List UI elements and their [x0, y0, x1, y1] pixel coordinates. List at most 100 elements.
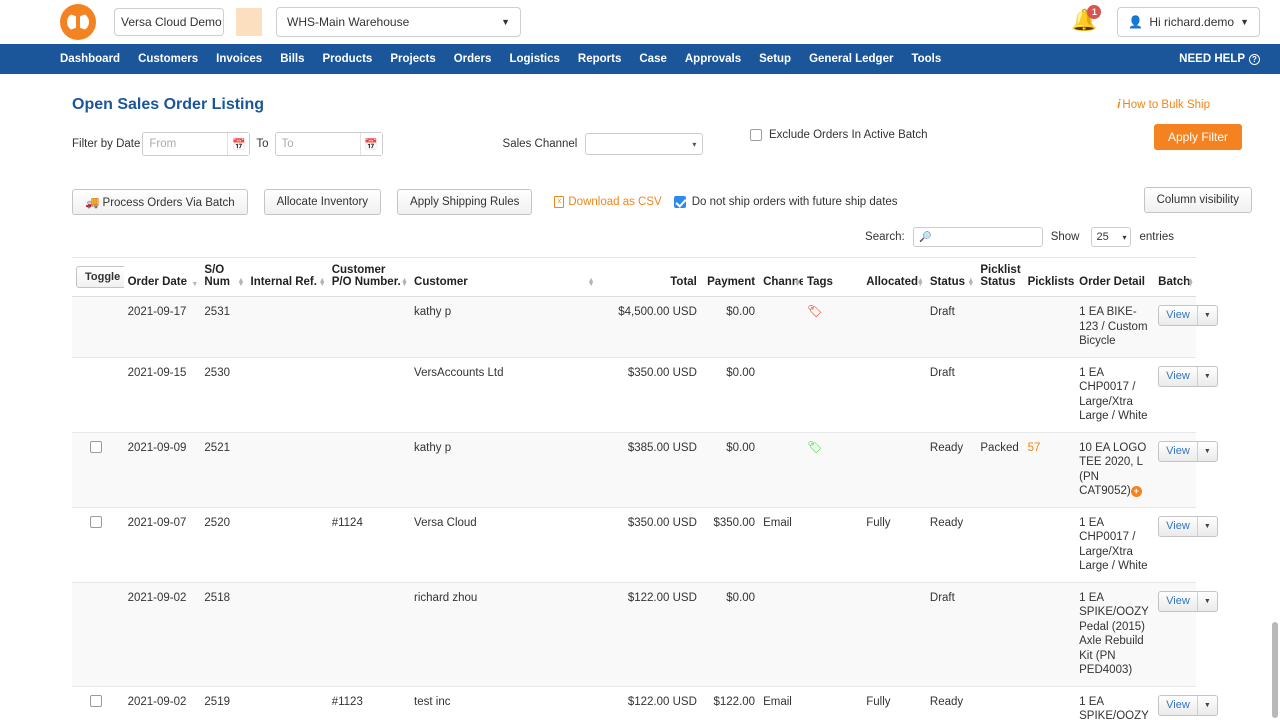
nav-item-projects[interactable]: Projects — [381, 53, 444, 65]
col-total[interactable]: Total — [597, 258, 701, 297]
cell-allocated — [862, 432, 926, 507]
view-button-group[interactable]: View▼ — [1158, 591, 1218, 612]
col-order-detail[interactable]: Order Detail — [1075, 258, 1154, 297]
cell-channel — [759, 297, 803, 358]
entries-label: entries — [1139, 231, 1174, 243]
date-to-field[interactable]: 📅 — [275, 132, 383, 156]
calendar-icon[interactable]: 📅 — [360, 133, 382, 155]
nav-item-products[interactable]: Products — [313, 53, 381, 65]
process-orders-via-batch-button[interactable]: 🚚 Process Orders Via Batch — [72, 189, 248, 215]
view-button-group[interactable]: View▼ — [1158, 441, 1218, 462]
nav-item-dashboard[interactable]: Dashboard — [60, 53, 129, 65]
view-dropdown-toggle[interactable]: ▼ — [1197, 696, 1217, 715]
view-button[interactable]: View — [1159, 367, 1197, 386]
nav-item-invoices[interactable]: Invoices — [207, 53, 271, 65]
view-button[interactable]: View — [1159, 517, 1197, 536]
allocate-inventory-button[interactable]: Allocate Inventory — [264, 189, 381, 215]
row-select-checkbox[interactable] — [90, 695, 102, 707]
nav-item-case[interactable]: Case — [630, 53, 676, 65]
cell-picklists — [1024, 507, 1076, 582]
table-row: 2021-09-022518richard zhou$122.00 USD$0.… — [72, 582, 1196, 686]
col-status[interactable]: Status ▲▼ — [926, 258, 976, 297]
tag-icon[interactable]: 🏷 — [807, 305, 822, 317]
table-row: 2021-09-152530VersAccounts Ltd$350.00 US… — [72, 357, 1196, 432]
nav-item-tools[interactable]: Tools — [902, 53, 950, 65]
view-button-group[interactable]: View▼ — [1158, 366, 1218, 387]
col-picklists[interactable]: Picklists — [1024, 258, 1076, 297]
table-controls: Search: 🔍 Show 25 ▾ entries — [72, 227, 1210, 247]
expand-detail-icon[interactable]: + — [1131, 486, 1142, 497]
need-help-link[interactable]: NEED HELP ? — [1179, 53, 1260, 65]
col-po-number[interactable]: Customer P/O Number. ▲▼ — [328, 258, 410, 297]
view-dropdown-toggle[interactable]: ▼ — [1197, 592, 1217, 611]
notifications-button[interactable]: 🔔 1 — [1071, 8, 1095, 36]
notification-badge: 1 — [1087, 5, 1101, 19]
view-button[interactable]: View — [1159, 696, 1197, 715]
col-internal-ref[interactable]: Internal Ref. ▲▼ — [247, 258, 328, 297]
nav-item-customers[interactable]: Customers — [129, 53, 207, 65]
view-button[interactable]: View — [1159, 592, 1197, 611]
view-button[interactable]: View — [1159, 306, 1197, 325]
nav-item-setup[interactable]: Setup — [750, 53, 800, 65]
date-from-input[interactable] — [143, 133, 227, 155]
nav-item-bills[interactable]: Bills — [271, 53, 313, 65]
cell-internal-ref — [247, 582, 328, 686]
col-tags[interactable]: Tags — [803, 258, 862, 297]
col-payment[interactable]: Payment — [701, 258, 759, 297]
page-size-select[interactable]: 25 ▾ — [1091, 227, 1131, 247]
view-dropdown-toggle[interactable]: ▼ — [1197, 367, 1217, 386]
date-from-field[interactable]: 📅 — [142, 132, 250, 156]
col-label-allocated: Allocated — [866, 276, 918, 288]
view-button-group[interactable]: View▼ — [1158, 695, 1218, 716]
cell-customer: richard zhou — [410, 582, 597, 686]
view-button[interactable]: View — [1159, 442, 1197, 461]
date-to-input[interactable] — [276, 133, 360, 155]
download-csv-link[interactable]: x Download as CSV — [554, 196, 661, 208]
versa-logo-icon[interactable] — [60, 4, 96, 40]
row-select-checkbox[interactable] — [90, 441, 102, 453]
future-ship-dates-row[interactable]: Do not ship orders with future ship date… — [674, 196, 898, 208]
user-menu[interactable]: 👤 Hi richard.demo ▼ — [1117, 7, 1260, 37]
view-dropdown-toggle[interactable]: ▼ — [1197, 442, 1217, 461]
page-scrollbar[interactable] — [1272, 622, 1278, 718]
truck-icon: 🚚 — [85, 197, 99, 209]
company-selector[interactable]: Versa Cloud Demo I ▼ — [114, 8, 224, 36]
nav-item-general-ledger[interactable]: General Ledger — [800, 53, 902, 65]
column-visibility-button[interactable]: Column visibility — [1144, 187, 1252, 213]
toggle-button[interactable]: Toggle — [76, 266, 129, 288]
nav-item-reports[interactable]: Reports — [569, 53, 630, 65]
col-batch[interactable]: Batch ▲▼ — [1154, 258, 1196, 297]
picklist-link[interactable]: 57 — [1028, 442, 1041, 454]
row-select-checkbox[interactable] — [90, 516, 102, 528]
col-picklist-status[interactable]: Picklist Status — [976, 258, 1023, 297]
nav-item-logistics[interactable]: Logistics — [500, 53, 568, 65]
col-order-date[interactable]: Order Date ▼ — [124, 258, 201, 297]
chevron-down-icon: ▾ — [1122, 233, 1126, 242]
tag-icon[interactable]: 🏷 — [807, 441, 822, 453]
cell-allocated — [862, 297, 926, 358]
nav-item-approvals[interactable]: Approvals — [676, 53, 750, 65]
nav-item-orders[interactable]: Orders — [445, 53, 501, 65]
orders-table-body: 2021-09-172531kathy p$4,500.00 USD$0.00🏷… — [72, 297, 1196, 720]
col-channel[interactable]: Channel ▲▼ — [759, 258, 803, 297]
exclude-active-batch-checkbox[interactable] — [750, 129, 762, 141]
view-button-group[interactable]: View▼ — [1158, 516, 1218, 537]
view-dropdown-toggle[interactable]: ▼ — [1197, 517, 1217, 536]
cell-picklists — [1024, 357, 1076, 432]
search-input[interactable]: 🔍 — [913, 227, 1043, 247]
view-dropdown-toggle[interactable]: ▼ — [1197, 306, 1217, 325]
apply-filter-button[interactable]: Apply Filter — [1154, 124, 1242, 150]
warehouse-selector[interactable]: WHS-Main Warehouse ▼ — [276, 7, 521, 37]
col-customer[interactable]: Customer ▲▼ — [410, 258, 597, 297]
cell-order-date: 2021-09-02 — [124, 686, 201, 720]
view-button-group[interactable]: View▼ — [1158, 305, 1218, 326]
exclude-active-batch-row[interactable]: Exclude Orders In Active Batch — [750, 129, 928, 141]
col-allocated[interactable]: Allocated ▲▼ — [862, 258, 926, 297]
calendar-icon[interactable]: 📅 — [227, 133, 249, 155]
how-to-bulk-ship-link[interactable]: iHow to Bulk Ship — [1117, 96, 1210, 111]
sales-channel-select[interactable]: ▾ — [585, 133, 703, 155]
future-ship-dates-checkbox[interactable] — [674, 196, 686, 208]
apply-shipping-rules-button[interactable]: Apply Shipping Rules — [397, 189, 532, 215]
cell-picklists — [1024, 686, 1076, 720]
col-so-num[interactable]: S/O Num ▲▼ — [200, 258, 246, 297]
